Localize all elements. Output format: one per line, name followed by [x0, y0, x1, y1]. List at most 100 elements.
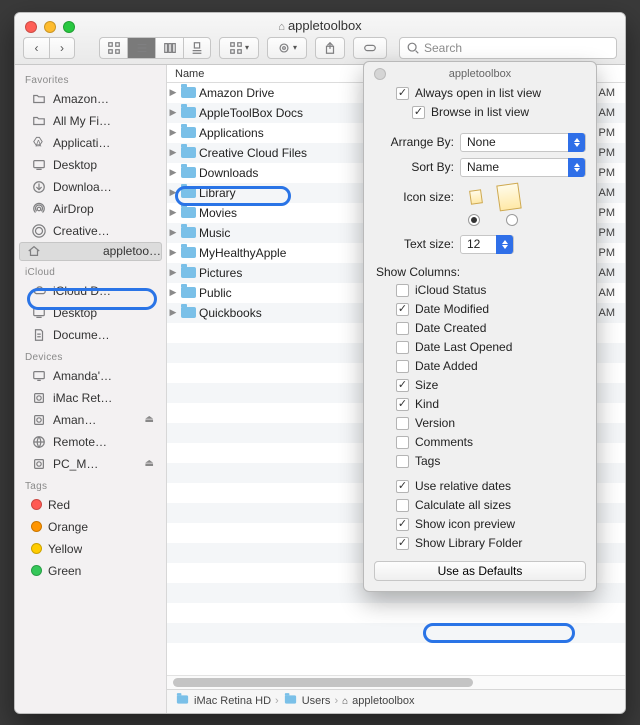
path-segment[interactable]: appletoolbox — [352, 695, 414, 707]
text-size-select[interactable]: 12 — [460, 235, 514, 254]
browse-list-checkbox[interactable]: Browse in list view — [374, 103, 586, 122]
disclosure-triangle-icon[interactable]: ▶ — [167, 167, 179, 178]
column-checkbox[interactable]: Date Added — [374, 357, 586, 376]
column-checkbox[interactable]: Comments — [374, 433, 586, 452]
folder-icon — [179, 284, 197, 302]
remote-icon — [31, 434, 47, 450]
sidebar-item[interactable]: Remote… — [19, 431, 162, 453]
column-checkbox[interactable]: Date Created — [374, 319, 586, 338]
text-size-label: Text size: — [376, 237, 454, 251]
sidebar-item[interactable]: appletoo… — [19, 242, 162, 261]
eject-icon[interactable]: ⏏ — [145, 414, 154, 425]
disclosure-triangle-icon[interactable]: ▶ — [167, 267, 179, 278]
action-button[interactable]: ▾ — [267, 37, 307, 59]
sidebar-item[interactable]: Desktop — [19, 302, 162, 324]
sidebar-item[interactable]: Creative… — [19, 220, 162, 242]
tag-dot-icon — [31, 499, 42, 510]
disclosure-triangle-icon[interactable]: ▶ — [167, 147, 179, 158]
back-button[interactable]: ‹ — [23, 37, 49, 59]
disclosure-triangle-icon[interactable]: ▶ — [167, 107, 179, 118]
folder-icon — [179, 204, 197, 222]
eject-icon[interactable]: ⏏ — [145, 458, 154, 469]
sidebar-section-header: Favorites — [15, 69, 166, 88]
disclosure-triangle-icon[interactable]: ▶ — [167, 187, 179, 198]
sidebar-section-header: Devices — [15, 346, 166, 365]
view-switcher — [99, 37, 211, 59]
option-checkbox[interactable]: Show icon preview — [374, 515, 586, 534]
disclosure-triangle-icon[interactable]: ▶ — [167, 247, 179, 258]
sidebar-item[interactable]: Red — [19, 494, 162, 516]
path-segment[interactable]: iMac Retina HD — [194, 695, 271, 707]
column-checkbox[interactable]: Version — [374, 414, 586, 433]
folder-icon — [179, 164, 197, 182]
sidebar-item[interactable]: Amanda'… — [19, 365, 162, 387]
column-checkbox[interactable]: Tags — [374, 452, 586, 471]
sidebar-item[interactable]: Desktop — [19, 154, 162, 176]
sidebar[interactable]: FavoritesAmazon…All My Fi…AApplicati…Des… — [15, 65, 167, 713]
column-checkbox[interactable]: iCloud Status — [374, 281, 586, 300]
horizontal-scrollbar[interactable] — [167, 675, 625, 689]
search-field[interactable]: Search — [399, 37, 617, 59]
sidebar-item[interactable]: Amazon… — [19, 88, 162, 110]
sidebar-item[interactable]: Downloa… — [19, 176, 162, 198]
sidebar-item[interactable]: iCloud D… — [19, 280, 162, 302]
forward-button[interactable]: › — [49, 37, 75, 59]
option-checkbox[interactable]: Calculate all sizes — [374, 496, 586, 515]
sidebar-item[interactable]: All My Fi… — [19, 110, 162, 132]
app-icon: A — [31, 135, 47, 151]
search-placeholder: Search — [424, 41, 462, 55]
sidebar-item[interactable]: Green — [19, 560, 162, 582]
tag-dot-icon — [31, 565, 42, 576]
edit-tags-button[interactable] — [353, 37, 387, 59]
option-checkbox[interactable]: Use relative dates — [374, 477, 586, 496]
desktop-icon — [31, 305, 47, 321]
large-icon-preview — [496, 182, 521, 211]
disclosure-triangle-icon[interactable]: ▶ — [167, 207, 179, 218]
use-as-defaults-button[interactable]: Use as Defaults — [374, 561, 586, 581]
sort-by-select[interactable]: Name — [460, 158, 586, 177]
sidebar-item[interactable]: PC_M…⏏ — [19, 453, 162, 475]
disclosure-triangle-icon[interactable]: ▶ — [167, 307, 179, 318]
list-view[interactable] — [127, 37, 155, 59]
disclosure-triangle-icon[interactable]: ▶ — [167, 127, 179, 138]
folder-icon — [179, 84, 197, 102]
disclosure-triangle-icon[interactable]: ▶ — [167, 227, 179, 238]
folder-icon — [179, 144, 197, 162]
arrange-by-select[interactable]: None — [460, 133, 586, 152]
search-icon — [406, 41, 420, 55]
sidebar-item[interactable]: iMac Ret… — [19, 387, 162, 409]
column-checkbox[interactable]: Date Last Opened — [374, 338, 586, 357]
coverflow-view[interactable] — [183, 37, 211, 59]
icon-view[interactable] — [99, 37, 127, 59]
disk-icon — [31, 390, 47, 406]
icon-size-small-radio[interactable] — [468, 214, 480, 226]
option-checkbox[interactable]: Show Library Folder — [374, 534, 586, 553]
window-title: ⌂appletoolbox — [15, 18, 625, 33]
sidebar-item[interactable]: AApplicati… — [19, 132, 162, 154]
column-checkbox[interactable]: Date Modified — [374, 300, 586, 319]
icon-size-label: Icon size: — [376, 190, 454, 204]
sidebar-item[interactable]: Docume… — [19, 324, 162, 346]
sidebar-item[interactable]: AirDrop — [19, 198, 162, 220]
disclosure-triangle-icon[interactable]: ▶ — [167, 287, 179, 298]
share-button[interactable] — [315, 37, 345, 59]
disclosure-triangle-icon[interactable]: ▶ — [167, 87, 179, 98]
column-view[interactable] — [155, 37, 183, 59]
sidebar-item[interactable]: Orange — [19, 516, 162, 538]
folder-icon — [179, 244, 197, 262]
name-column-header[interactable]: Name — [167, 65, 367, 82]
always-open-list-checkbox[interactable]: Always open in list view — [374, 84, 586, 103]
sidebar-item[interactable]: Yellow — [19, 538, 162, 560]
column-checkbox[interactable]: Size — [374, 376, 586, 395]
column-checkbox[interactable]: Kind — [374, 395, 586, 414]
file-row[interactable] — [167, 603, 625, 623]
path-bar[interactable]: iMac Retina HD›Users›⌂appletoolbox — [167, 689, 625, 713]
view-options-popover: appletoolbox Always open in list view Br… — [363, 61, 597, 592]
path-segment[interactable]: Users — [302, 695, 331, 707]
sidebar-section-header: iCloud — [15, 261, 166, 280]
close-icon[interactable] — [374, 68, 386, 80]
sidebar-item[interactable]: Aman…⏏ — [19, 409, 162, 431]
icon-size-large-radio[interactable] — [506, 214, 518, 226]
group-by-button[interactable]: ▾ — [219, 37, 259, 59]
file-row[interactable] — [167, 623, 625, 643]
